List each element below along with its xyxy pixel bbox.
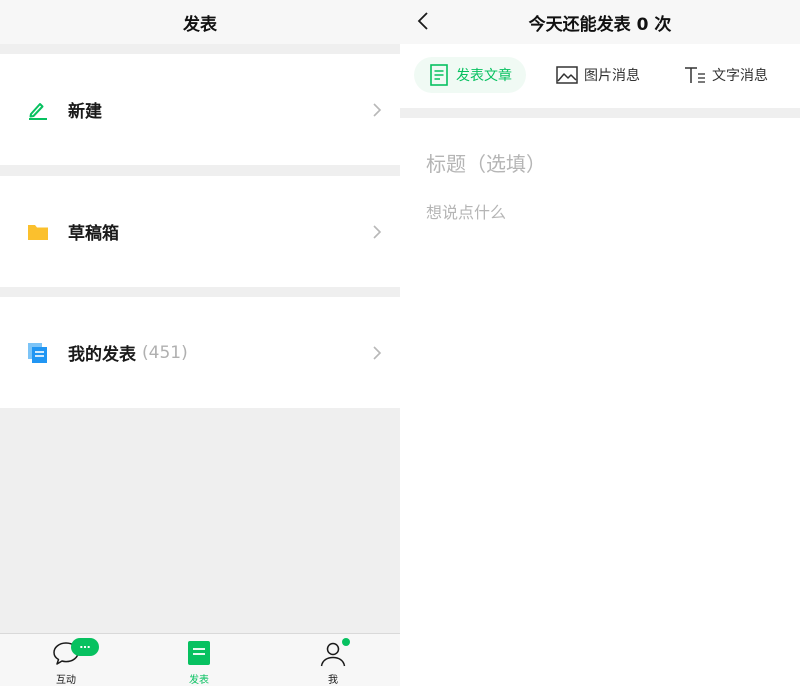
section-divider bbox=[400, 108, 800, 118]
pencil-icon bbox=[27, 99, 49, 121]
new-post-row[interactable]: 新建 bbox=[0, 54, 400, 165]
text-icon bbox=[684, 64, 706, 86]
right-nav-bar: 今天还能发表 0 次 bbox=[400, 0, 800, 44]
drafts-label: 草稿箱 bbox=[68, 224, 119, 244]
my-posts-row[interactable]: 我的发表 (451) bbox=[0, 297, 400, 408]
tab-interact-label: 互动 bbox=[56, 675, 76, 686]
compose-title: 今天还能发表 0 次 bbox=[528, 14, 672, 35]
documents-icon bbox=[27, 342, 49, 364]
tab-text-message[interactable]: 文字消息 bbox=[684, 57, 768, 93]
notification-dot bbox=[342, 638, 350, 646]
tab-article[interactable]: 发表文章 bbox=[414, 57, 526, 93]
article-icon bbox=[428, 64, 450, 86]
image-icon bbox=[556, 64, 578, 86]
unread-badge: … bbox=[71, 638, 99, 656]
chevron-right-icon bbox=[373, 102, 382, 117]
tab-me-label: 我 bbox=[328, 675, 338, 686]
tab-interact[interactable]: … 互动 bbox=[31, 634, 101, 686]
publish-icon bbox=[188, 641, 210, 665]
compose-panel: 今天还能发表 0 次 发表文章 图片消息 文字消息 标题（选填） 想说点什么 bbox=[400, 0, 800, 686]
my-posts-label: 我的发表 bbox=[68, 345, 136, 365]
tab-text-message-label: 文字消息 bbox=[712, 68, 768, 84]
tab-publish[interactable]: 发表 bbox=[164, 634, 234, 686]
page-title: 发表 bbox=[183, 14, 217, 35]
folder-icon bbox=[27, 221, 49, 243]
drafts-row[interactable]: 草稿箱 bbox=[0, 176, 400, 287]
chevron-right-icon bbox=[373, 224, 382, 239]
chevron-right-icon bbox=[373, 345, 382, 360]
post-type-switcher: 发表文章 图片消息 文字消息 bbox=[400, 44, 800, 108]
new-post-label: 新建 bbox=[68, 102, 102, 122]
left-nav-bar: 发表 bbox=[0, 0, 400, 44]
tab-publish-label: 发表 bbox=[189, 675, 209, 686]
tab-me[interactable]: 我 bbox=[298, 634, 368, 686]
tab-article-label: 发表文章 bbox=[456, 68, 512, 84]
tab-bar: … 互动 发表 我 bbox=[0, 633, 400, 686]
tab-image-message-label: 图片消息 bbox=[584, 68, 640, 84]
tab-image-message[interactable]: 图片消息 bbox=[556, 57, 640, 93]
body-input[interactable] bbox=[426, 199, 776, 239]
my-posts-count: (451) bbox=[142, 342, 188, 363]
publish-panel: 发表 新建 草稿箱 我的发表 (451) … 互动 发表 我 bbox=[0, 0, 400, 686]
title-input[interactable] bbox=[426, 152, 776, 176]
back-chevron-icon[interactable] bbox=[416, 11, 430, 31]
